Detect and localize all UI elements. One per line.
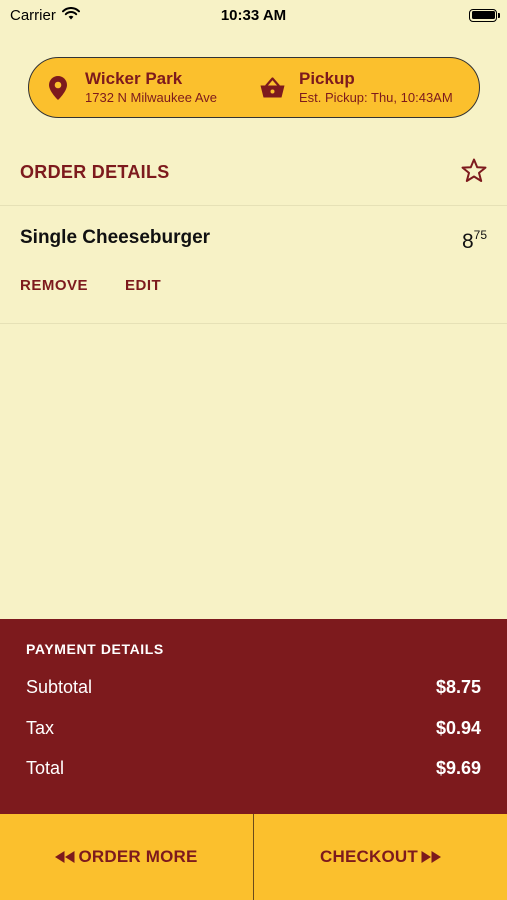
rewind-icon bbox=[55, 851, 78, 863]
item-price: 875 bbox=[462, 228, 487, 254]
total-amount: $9.69 bbox=[435, 758, 481, 778]
subtotal-label: Subtotal bbox=[26, 677, 93, 697]
store-name: Wicker Park bbox=[85, 68, 183, 88]
payment-details-title: PAYMENT DETAILS bbox=[26, 641, 164, 657]
tax-label: Tax bbox=[26, 718, 55, 738]
carrier-group: Carrier bbox=[10, 7, 80, 24]
tax-amount: $0.94 bbox=[435, 718, 481, 738]
item-price-cents: 75 bbox=[473, 228, 487, 242]
status-bar: Carrier 10:33 AM bbox=[0, 0, 507, 30]
order-details-title: ORDER DETAILS bbox=[20, 162, 170, 182]
edit-button[interactable]: EDIT bbox=[125, 277, 161, 294]
wifi-icon bbox=[61, 6, 80, 24]
fast-forward-icon bbox=[418, 851, 441, 863]
order-more-label: ORDER MORE bbox=[78, 847, 198, 866]
location-selector[interactable]: Wicker Park 1732 N Milwaukee Ave Pickup … bbox=[28, 57, 480, 118]
order-more-button[interactable]: ORDER MORE bbox=[0, 814, 254, 900]
order-mode: Pickup bbox=[299, 68, 355, 88]
subtotal-row: Subtotal $8.75 bbox=[26, 677, 481, 698]
subtotal-amount: $8.75 bbox=[435, 677, 481, 697]
store-address: 1732 N Milwaukee Ave bbox=[85, 89, 218, 105]
battery-icon bbox=[469, 8, 500, 22]
checkout-button[interactable]: CHECKOUT bbox=[254, 814, 507, 900]
item-name: Single Cheeseburger bbox=[20, 227, 211, 248]
store-selector[interactable]: Wicker Park 1732 N Milwaukee Ave bbox=[45, 69, 259, 107]
payment-details-panel: PAYMENT DETAILS Subtotal $8.75 Tax $0.94… bbox=[0, 619, 507, 814]
item-price-dollars: 8 bbox=[461, 230, 474, 253]
tax-row: Tax $0.94 bbox=[26, 718, 481, 739]
order-item: Single Cheeseburger 875 REMOVE EDIT bbox=[0, 206, 507, 324]
star-icon[interactable] bbox=[461, 158, 487, 188]
remove-button[interactable]: REMOVE bbox=[20, 277, 88, 294]
map-pin-icon bbox=[45, 75, 71, 101]
carrier-label: Carrier bbox=[10, 6, 56, 24]
order-mode-selector[interactable]: Pickup Est. Pickup: Thu, 10:43AM bbox=[259, 69, 453, 107]
order-details-header: ORDER DETAILS bbox=[0, 140, 507, 206]
bottom-action-bar: ORDER MORE CHECKOUT bbox=[0, 814, 507, 900]
basket-icon bbox=[259, 75, 285, 101]
item-actions: REMOVE EDIT bbox=[20, 277, 161, 294]
checkout-label: CHECKOUT bbox=[320, 847, 418, 866]
total-label: Total bbox=[26, 758, 65, 778]
total-row: Total $9.69 bbox=[26, 758, 481, 779]
est-pickup-time: Est. Pickup: Thu, 10:43AM bbox=[299, 89, 453, 105]
